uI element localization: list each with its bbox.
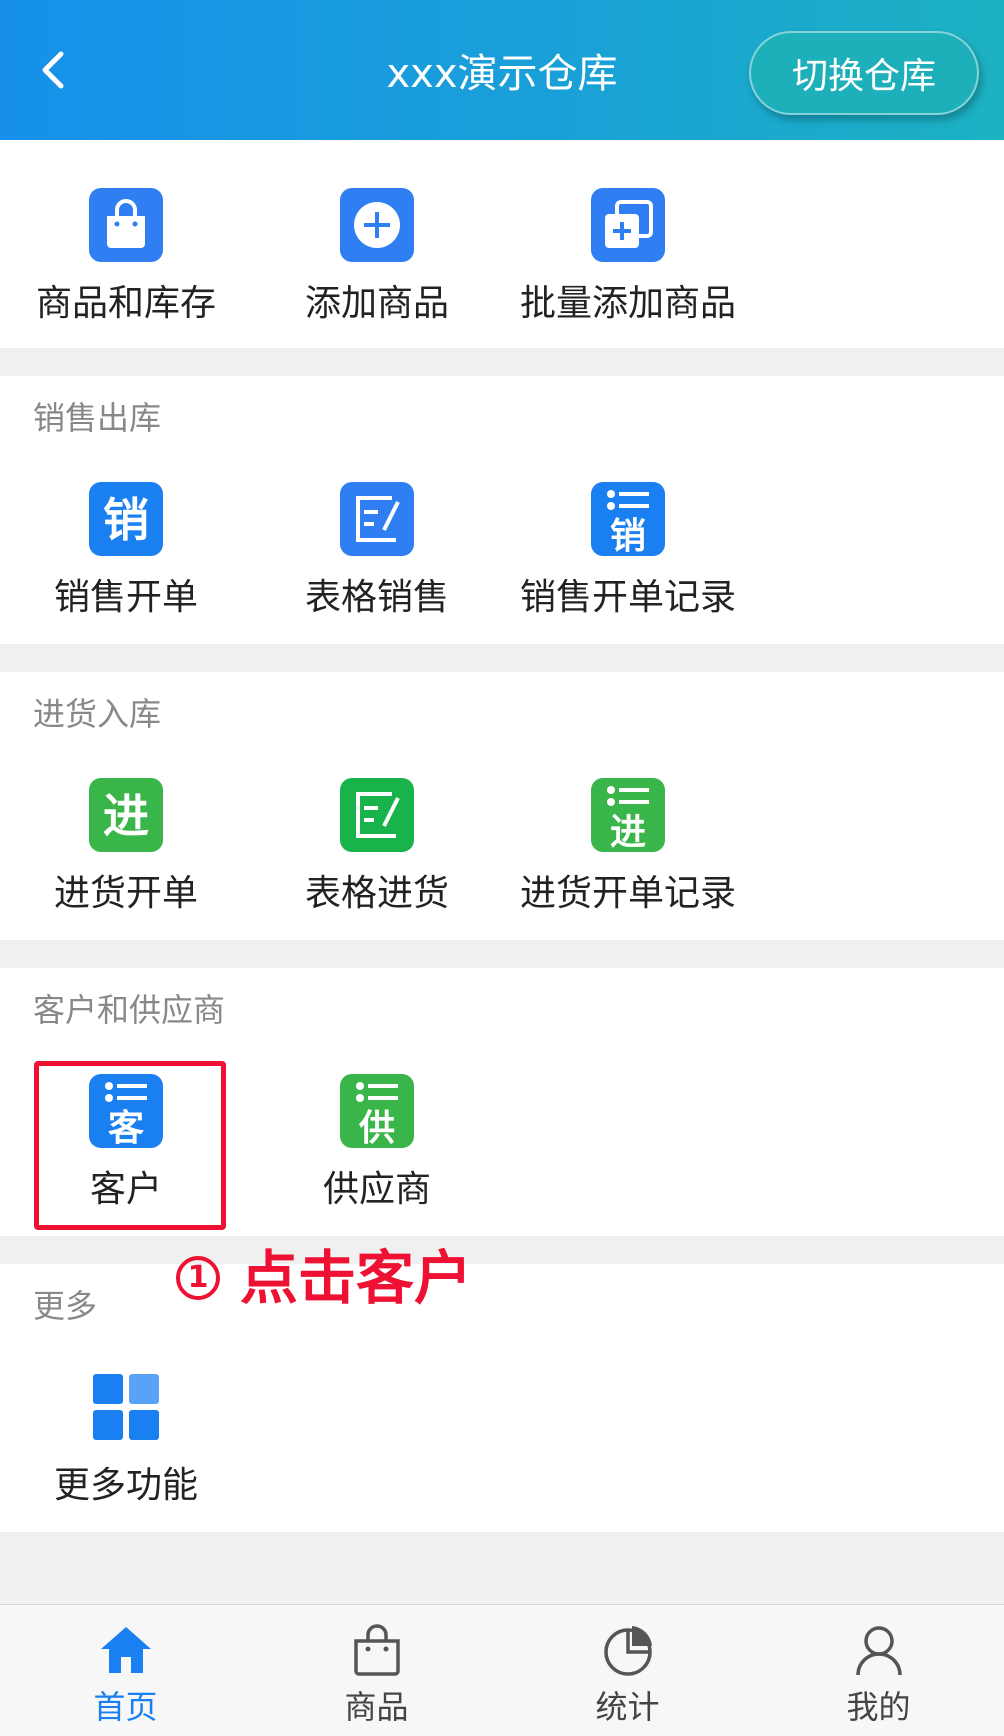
section-title: 客户和供应商 — [33, 991, 226, 1029]
bottom-nav: 首页 商品 统计 我的 — [0, 1604, 1004, 1736]
nav-products[interactable]: 商品 — [251, 1605, 502, 1736]
tile-label: 商品和库存 — [35, 283, 216, 324]
tile-table-sales[interactable]: 表格销售 — [251, 482, 503, 632]
pie-chart-icon — [604, 1626, 652, 1676]
tile-label: 供应商 — [322, 1169, 431, 1210]
tile-label: 销售开单记录 — [519, 577, 736, 618]
svg-text:销: 销 — [103, 493, 149, 547]
tile-label: 进货开单 — [53, 873, 198, 914]
tile-label: 批量添加商品 — [519, 283, 736, 324]
shopping-bag-icon — [354, 1624, 400, 1676]
tile-purchase-records[interactable]: 进 进货开单记录 — [502, 778, 754, 928]
tile-sales-order[interactable]: 销 销售开单 — [0, 482, 252, 632]
sales-order-icon: 销 — [89, 482, 163, 556]
tile-more-features[interactable]: 更多功能 — [0, 1370, 252, 1520]
nav-label: 统计 — [595, 1688, 660, 1726]
purchase-order-icon: 进 — [89, 778, 163, 852]
purchase-section: 进货入库 进 进货开单 表格进货 进 进货开单记录 — [0, 672, 1004, 940]
svg-text:进: 进 — [610, 812, 646, 852]
sales-record-icon: 销 — [591, 482, 665, 556]
tile-suppliers[interactable]: 供 供应商 — [251, 1074, 503, 1224]
tile-label: 销售开单 — [53, 577, 198, 618]
nav-mine[interactable]: 我的 — [753, 1605, 1004, 1736]
nav-label: 商品 — [344, 1688, 409, 1726]
tile-label: 表格销售 — [304, 577, 449, 618]
section-title: 更多 — [33, 1287, 98, 1325]
nav-label: 首页 — [93, 1688, 158, 1726]
home-icon — [101, 1627, 151, 1673]
svg-text:供: 供 — [359, 1108, 395, 1148]
tile-label: 进货开单记录 — [519, 873, 736, 914]
nav-statistics[interactable]: 统计 — [502, 1605, 753, 1736]
nav-home[interactable]: 首页 — [0, 1605, 251, 1736]
quick-actions-section: 商品和库存 添加商品 批量添加商品 — [0, 140, 1004, 348]
shopping-bag-icon — [89, 188, 163, 262]
highlight-box — [34, 1061, 226, 1230]
more-section: 更多 更多功能 — [0, 1264, 1004, 1532]
tile-label: 更多功能 — [53, 1465, 198, 1506]
grid-apps-icon — [93, 1374, 159, 1440]
section-title: 进货入库 — [33, 695, 162, 733]
user-icon — [856, 1626, 902, 1676]
tile-products-inventory[interactable]: 商品和库存 — [0, 188, 252, 338]
nav-label: 我的 — [846, 1688, 911, 1726]
tile-batch-add-product[interactable]: 批量添加商品 — [502, 188, 754, 338]
tile-label: 表格进货 — [304, 873, 449, 914]
supplier-list-icon: 供 — [340, 1074, 414, 1148]
tile-table-purchase[interactable]: 表格进货 — [251, 778, 503, 928]
table-edit-icon — [340, 778, 414, 852]
tile-label: 添加商品 — [304, 283, 449, 324]
svg-text:进: 进 — [103, 789, 149, 843]
tile-add-product[interactable]: 添加商品 — [251, 188, 503, 338]
tile-sales-records[interactable]: 销 销售开单记录 — [502, 482, 754, 632]
batch-add-icon — [591, 188, 665, 262]
plus-circle-icon — [340, 188, 414, 262]
switch-warehouse-button[interactable]: 切换仓库 — [749, 31, 979, 115]
table-edit-icon — [340, 482, 414, 556]
tile-purchase-order[interactable]: 进 进货开单 — [0, 778, 252, 928]
app-header: xxx演示仓库 切换仓库 — [0, 0, 1004, 140]
section-title: 销售出库 — [33, 399, 162, 437]
annotation-callout: 1 点击客户 — [176, 1243, 472, 1313]
annotation-text: 点击客户 — [240, 1244, 473, 1312]
step-number: 1 — [176, 1256, 220, 1300]
svg-text:销: 销 — [610, 516, 646, 556]
purchase-record-icon: 进 — [591, 778, 665, 852]
sales-section: 销售出库 销 销售开单 表格销售 销 销售开单记录 — [0, 376, 1004, 644]
